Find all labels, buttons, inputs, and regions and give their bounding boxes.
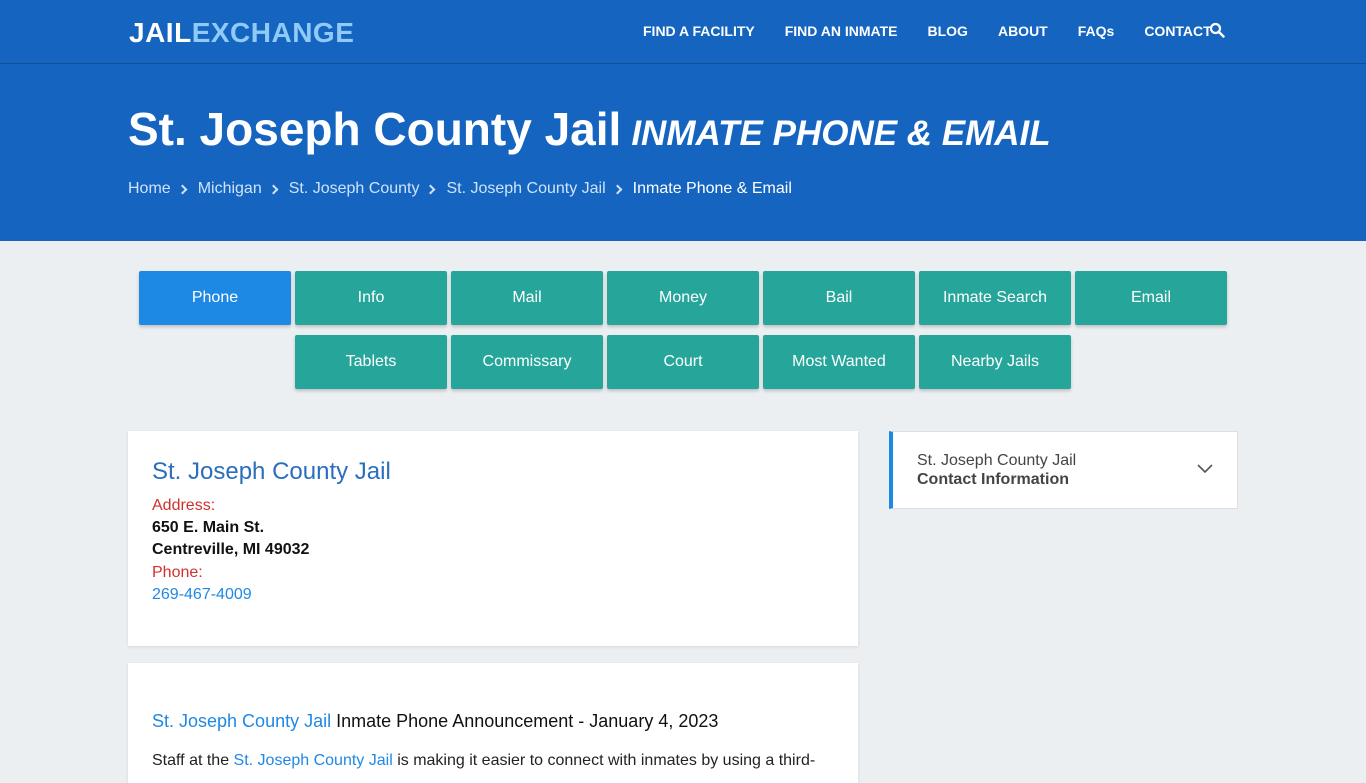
tab-inmate-search[interactable]: Inmate Search <box>919 271 1071 325</box>
page-title: St. Joseph County Jail INMATE PHONE & EMA… <box>128 102 1051 156</box>
para-rest: is making it easier to connect with inma… <box>392 752 816 769</box>
tab-bail[interactable]: Bail <box>763 271 915 325</box>
announcement-paragraph: Staff at the St. Joseph County Jail is m… <box>152 752 815 770</box>
nav-about[interactable]: ABOUT <box>998 23 1048 39</box>
para-jail-link[interactable]: St. Joseph County Jail <box>234 752 393 769</box>
page-title-sub: INMATE PHONE & EMAIL <box>631 114 1051 153</box>
accordion-title: Contact Information <box>917 471 1069 488</box>
tab-phone[interactable]: Phone <box>139 271 291 325</box>
address-line2: Centreville, MI 49032 <box>152 541 310 558</box>
tab-row-2: Tablets Commissary Court Most Wanted Nea… <box>295 335 1075 389</box>
chevron-right-icon <box>177 184 188 194</box>
top-navbar: JAILEXCHANGE FIND A FACILITY FIND AN INM… <box>0 0 1366 64</box>
tab-row-1: Phone Info Mail Money Bail Inmate Search… <box>139 271 1231 325</box>
breadcrumb-county[interactable]: St. Joseph County <box>289 180 420 198</box>
chevron-right-icon <box>268 184 279 194</box>
tab-mail[interactable]: Mail <box>451 271 603 325</box>
tab-court[interactable]: Court <box>607 335 759 389</box>
breadcrumb-state[interactable]: Michigan <box>198 180 262 198</box>
site-logo[interactable]: JAILEXCHANGE <box>129 17 354 49</box>
hero-banner: St. Joseph County Jail INMATE PHONE & EMA… <box>0 64 1366 241</box>
main-nav: FIND A FACILITY FIND AN INMATE BLOG ABOU… <box>643 22 1242 39</box>
contact-info-accordion[interactable]: St. Joseph County Jail Contact Informati… <box>889 431 1238 509</box>
tab-money[interactable]: Money <box>607 271 759 325</box>
tab-most-wanted[interactable]: Most Wanted <box>763 335 915 389</box>
nav-find-inmate[interactable]: FIND AN INMATE <box>785 23 898 39</box>
logo-text-exchange: EXCHANGE <box>191 17 355 48</box>
search-icon[interactable] <box>1209 22 1225 38</box>
nav-faqs[interactable]: FAQs <box>1078 23 1115 39</box>
chevron-down-icon[interactable] <box>1197 460 1213 476</box>
chevron-right-icon <box>612 184 623 194</box>
logo-text-jail: JAIL <box>129 17 192 48</box>
breadcrumb-jail[interactable]: St. Joseph County Jail <box>446 180 605 198</box>
announcement-card: St. Joseph County Jail Inmate Phone Anno… <box>128 663 858 783</box>
breadcrumb: Home Michigan St. Joseph County St. Jose… <box>128 180 792 198</box>
breadcrumb-home[interactable]: Home <box>128 180 171 198</box>
nav-find-facility[interactable]: FIND A FACILITY <box>643 23 755 39</box>
para-start: Staff at the <box>152 752 234 769</box>
tab-tablets[interactable]: Tablets <box>295 335 447 389</box>
nav-blog[interactable]: BLOG <box>928 23 968 39</box>
breadcrumb-current: Inmate Phone & Email <box>632 180 792 197</box>
phone-label: Phone: <box>152 564 203 581</box>
tab-email[interactable]: Email <box>1075 271 1227 325</box>
address-line1: 650 E. Main St. <box>152 519 265 536</box>
chevron-right-icon <box>426 184 436 194</box>
announcement-jail-link[interactable]: St. Joseph County Jail <box>152 711 331 731</box>
nav-contact[interactable]: CONTACT <box>1144 23 1211 39</box>
tab-commissary[interactable]: Commissary <box>451 335 603 389</box>
facility-title: St. Joseph County Jail <box>152 458 391 485</box>
announcement-heading-text: Inmate Phone Announcement - January 4, 2… <box>331 711 719 731</box>
tab-info[interactable]: Info <box>295 271 447 325</box>
accordion-subtitle: St. Joseph County Jail <box>917 452 1077 469</box>
page-title-main: St. Joseph County Jail <box>128 103 622 155</box>
announcement-heading: St. Joseph County Jail Inmate Phone Anno… <box>152 711 718 732</box>
address-label: Address: <box>152 497 216 514</box>
facility-card: St. Joseph County Jail Address: 650 E. M… <box>128 431 858 646</box>
phone-link[interactable]: 269-467-4009 <box>152 586 252 604</box>
tab-nearby-jails[interactable]: Nearby Jails <box>919 335 1071 389</box>
